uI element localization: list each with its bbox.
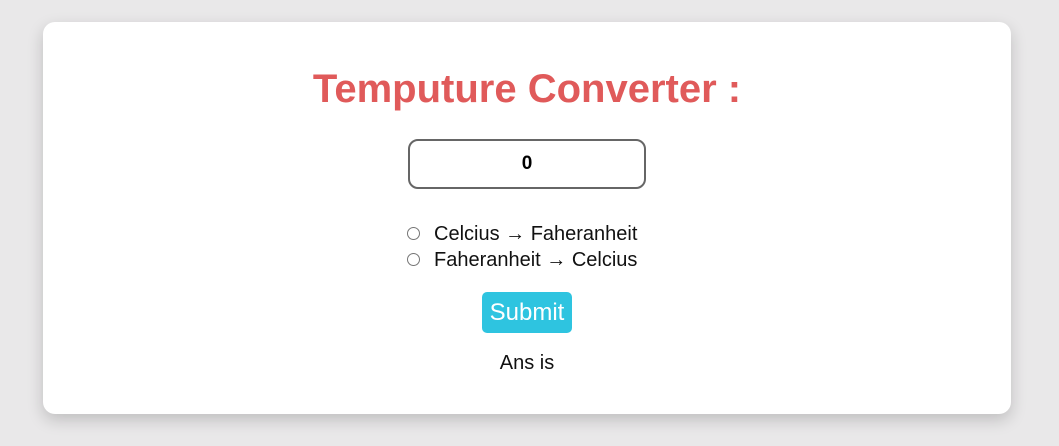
celsius-to-fahrenheit-radio[interactable] xyxy=(407,226,420,240)
answer-text: Ans is xyxy=(499,352,555,374)
conversion-options: Celcius → Faheranheit Faheranheit → Celc… xyxy=(407,221,637,273)
option-fahrenheit-to-celsius[interactable]: Faheranheit → Celcius xyxy=(407,247,637,273)
converter-card: Temputure Converter : Celcius → Faheranh… xyxy=(43,22,1011,414)
option-celsius-to-fahrenheit[interactable]: Celcius → Faheranheit xyxy=(407,221,637,247)
option-label: Faheranheit → Celcius xyxy=(434,248,638,271)
submit-button[interactable]: Submit xyxy=(482,292,572,333)
option-label: Celcius → Faheranheit xyxy=(434,222,638,245)
fahrenheit-to-celsius-radio[interactable] xyxy=(407,252,420,266)
page-title: Temputure Converter : xyxy=(312,67,742,111)
temperature-input[interactable] xyxy=(408,139,646,189)
